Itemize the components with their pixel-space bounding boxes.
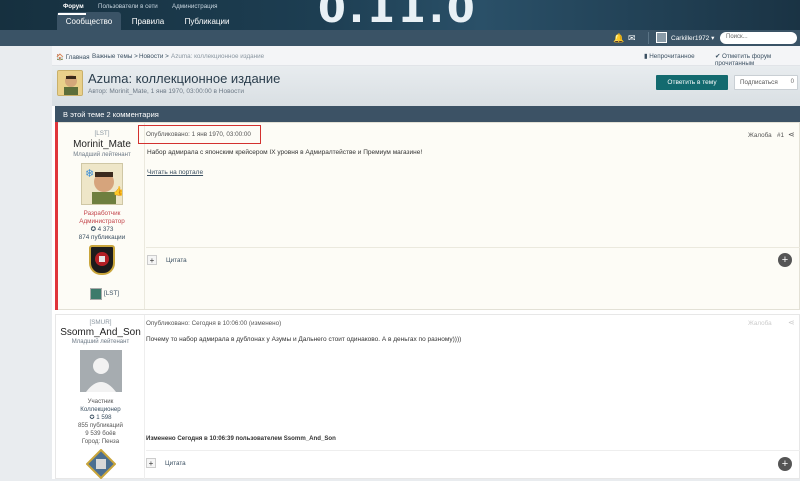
subnav-online-users[interactable]: Пользователи в сети	[98, 3, 158, 10]
page-title: Azuma: коллекционное издание	[88, 71, 281, 86]
post-footer-divider	[146, 450, 800, 451]
read-on-portal-link[interactable]: Читать на портале	[147, 169, 203, 176]
multiquote-button[interactable]: +	[147, 255, 157, 265]
reply-button[interactable]: Ответить в тему	[656, 75, 728, 90]
author-role-developer: Разработчик	[83, 210, 121, 217]
reaction-add-icon[interactable]: +	[778, 457, 792, 471]
breadcrumb-news[interactable]: Новости >	[139, 53, 169, 60]
quote-link[interactable]: Цитата	[166, 257, 187, 264]
tab-rules[interactable]: Правила	[128, 12, 168, 30]
user-avatar[interactable]	[656, 32, 667, 43]
mark-forum-read-link[interactable]: ✔ Отметить форум прочитанным	[715, 53, 800, 67]
follow-count: 0	[790, 79, 794, 85]
bell-icon[interactable]: 🔔	[613, 33, 624, 43]
report-link[interactable]: Жалоба	[748, 132, 772, 139]
breadcrumb-important-topics[interactable]: Важные темы >	[92, 53, 138, 60]
edited-note: Изменено Сегодня в 10:06:39 пользователе…	[146, 435, 336, 442]
author-clan[interactable]: [SMUR]	[56, 319, 145, 326]
author-battles: 9 539 боёв	[85, 430, 116, 437]
author-reputation[interactable]: ✪ 4 373	[59, 226, 145, 233]
banner-logo: 0.11.0	[318, 0, 478, 30]
svg-text:👍: 👍	[113, 185, 123, 196]
subnav-administration[interactable]: Администрация	[172, 3, 217, 10]
author-reputation[interactable]: ✪ 1 598	[56, 414, 145, 421]
envelope-icon[interactable]: ✉	[628, 33, 640, 43]
follow-label: Подписаться	[740, 79, 778, 86]
multiquote-button[interactable]: +	[146, 458, 156, 468]
breadcrumb-separator: >	[165, 53, 169, 60]
author-publications: 874 публикации	[78, 234, 126, 241]
post-footer-divider	[146, 247, 800, 248]
author-group: Участник	[87, 398, 114, 405]
header-divider	[648, 32, 649, 44]
post-text: Почему то набор адмирала в дублонах у Аз…	[146, 336, 462, 343]
breadcrumb-separator: >	[134, 53, 138, 60]
clan-logo-icon	[90, 288, 102, 300]
post-date[interactable]: Опубликовано: Сегодня в 10:06:00 (измене…	[146, 320, 281, 327]
follow-button[interactable]: Подписаться 0	[734, 75, 798, 90]
unread-content-link[interactable]: ▮ Непрочитанное	[644, 53, 695, 60]
default-avatar-icon[interactable]	[80, 350, 122, 392]
topic-meta: Автор: Morinit_Mate, 1 янв 1970, 03:00:0…	[88, 88, 244, 95]
breadcrumb-current: Azuma: коллекционное издание	[171, 53, 265, 60]
author-badge-icon	[89, 245, 115, 275]
report-link[interactable]: Жалоба	[748, 320, 772, 327]
quote-link[interactable]: Цитата	[165, 460, 186, 467]
share-icon[interactable]: ⋖	[788, 130, 795, 139]
breadcrumb-news-label[interactable]: Новости	[139, 53, 163, 60]
tab-publications[interactable]: Публикации	[180, 12, 234, 30]
author-rank: Младший лейтенант	[73, 152, 131, 158]
author-avatar[interactable]: ❄👍	[81, 163, 123, 205]
post-number[interactable]: #1	[777, 132, 784, 139]
post-text: Набор адмирала с японским крейсером IX у…	[147, 149, 423, 156]
author-role-collector: Коллекционер	[80, 406, 121, 413]
author-avatar[interactable]	[57, 70, 83, 96]
author-city: Город: Пенза	[81, 438, 120, 445]
author-publications: 855 публикаций	[78, 422, 123, 429]
breadcrumb-important-label[interactable]: Важные темы	[92, 53, 132, 60]
search-input[interactable]: Поиск...	[720, 32, 797, 44]
svg-text:❄: ❄	[85, 168, 94, 180]
author-rank: Младший лейтенант	[71, 339, 130, 345]
user-menu[interactable]: Carkiller1972 ▾	[671, 34, 714, 42]
clan-tag[interactable]: [LST]	[104, 290, 119, 297]
post-date[interactable]: Опубликовано: 1 янв 1970, 03:00:00	[146, 131, 251, 138]
author-role-admin: Администратор	[79, 218, 125, 225]
author-name[interactable]: Ssomm_And_Son	[56, 327, 145, 338]
share-icon[interactable]: ⋖	[788, 318, 795, 327]
subnav-forum[interactable]: Форум	[63, 3, 84, 10]
active-subnav-indicator	[58, 13, 86, 15]
highlight-stripe	[55, 122, 58, 310]
comments-count-bar: В этой теме 2 комментария	[55, 106, 800, 122]
author-badge-icon	[85, 448, 117, 480]
author-clan[interactable]: [LST]	[59, 130, 145, 137]
reaction-add-icon[interactable]: +	[778, 253, 792, 267]
breadcrumb-home[interactable]: 🏠 Главная	[56, 53, 90, 61]
author-name[interactable]: Morinit_Mate	[59, 139, 145, 150]
